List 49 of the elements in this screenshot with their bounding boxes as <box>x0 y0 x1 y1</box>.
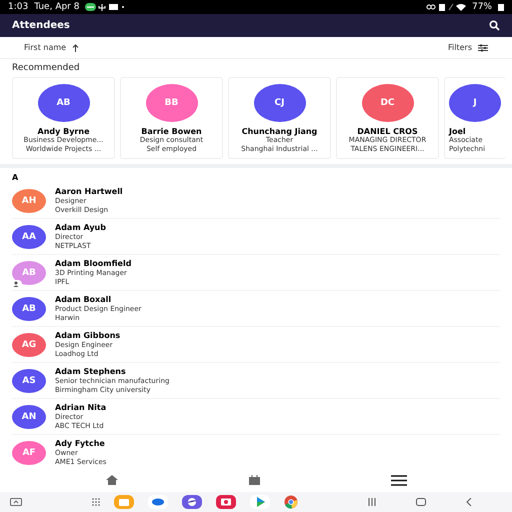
back-icon[interactable] <box>466 498 472 506</box>
menu-icon[interactable] <box>390 474 406 486</box>
avatar: J <box>449 84 501 122</box>
screen-title: Attendees <box>12 20 70 31</box>
attendee-name[interactable]: Adrian Nita <box>55 402 106 412</box>
avatar: AB <box>12 296 46 320</box>
sort-label[interactable]: First name <box>24 43 66 52</box>
attendee-name[interactable]: Adam Gibbons <box>55 330 120 340</box>
calendar-icon[interactable] <box>248 475 260 485</box>
battery-icon <box>498 3 504 11</box>
attendee-name: Joel <box>449 127 466 136</box>
attendee-name: Chunchang Jiang <box>242 127 318 136</box>
attendee-name: DANIEL CROS <box>357 127 418 136</box>
play-store-icon[interactable] <box>250 495 270 509</box>
filters-label[interactable]: Filters <box>448 43 472 52</box>
section-letter: A <box>11 172 20 183</box>
avatar: AN <box>12 404 46 428</box>
chat-app-icon[interactable] <box>148 495 168 509</box>
avatar: AA <box>12 224 46 248</box>
avatar: AH <box>12 188 46 212</box>
attendee-name[interactable]: Adam Bloomfield <box>55 258 132 268</box>
attendee-name[interactable]: Adam Stephens <box>55 366 170 376</box>
avatar: CJ <box>254 84 306 122</box>
avatar: AF <box>12 440 46 464</box>
app-grid-icon[interactable] <box>92 498 100 506</box>
filter-icon[interactable] <box>478 44 488 52</box>
avatar: AB <box>38 84 90 122</box>
home-icon[interactable] <box>106 475 118 485</box>
camera-app-icon[interactable] <box>216 495 236 509</box>
attendee-name[interactable]: Ady Fytche <box>55 438 106 448</box>
browser-app-icon[interactable] <box>284 495 298 509</box>
screen-icon[interactable] <box>10 498 22 506</box>
recent-apps-icon[interactable] <box>368 498 376 506</box>
attendee-name[interactable]: Aaron Hartwell <box>55 186 123 196</box>
status-date: Tue, Apr 8 <box>34 2 80 12</box>
search-icon[interactable] <box>489 20 500 31</box>
home-button-icon[interactable] <box>416 498 426 506</box>
section-title: Recommended <box>12 63 81 73</box>
battery-percentage: 77% <box>472 2 492 12</box>
avatar: BB <box>146 84 198 122</box>
attendee-name: Barrie Bowen <box>141 127 202 136</box>
avatar: DC <box>362 84 414 122</box>
arrow-up-icon[interactable] <box>72 44 80 52</box>
avatar: AS <box>12 368 46 392</box>
avatar: AG <box>12 332 46 356</box>
attendee-name[interactable]: Adam Boxall <box>55 294 142 304</box>
status-time: 1:03 <box>8 2 28 12</box>
attendee-name: Andy Byrne <box>38 127 90 136</box>
attendee-name[interactable]: Adam Ayub <box>55 222 106 232</box>
